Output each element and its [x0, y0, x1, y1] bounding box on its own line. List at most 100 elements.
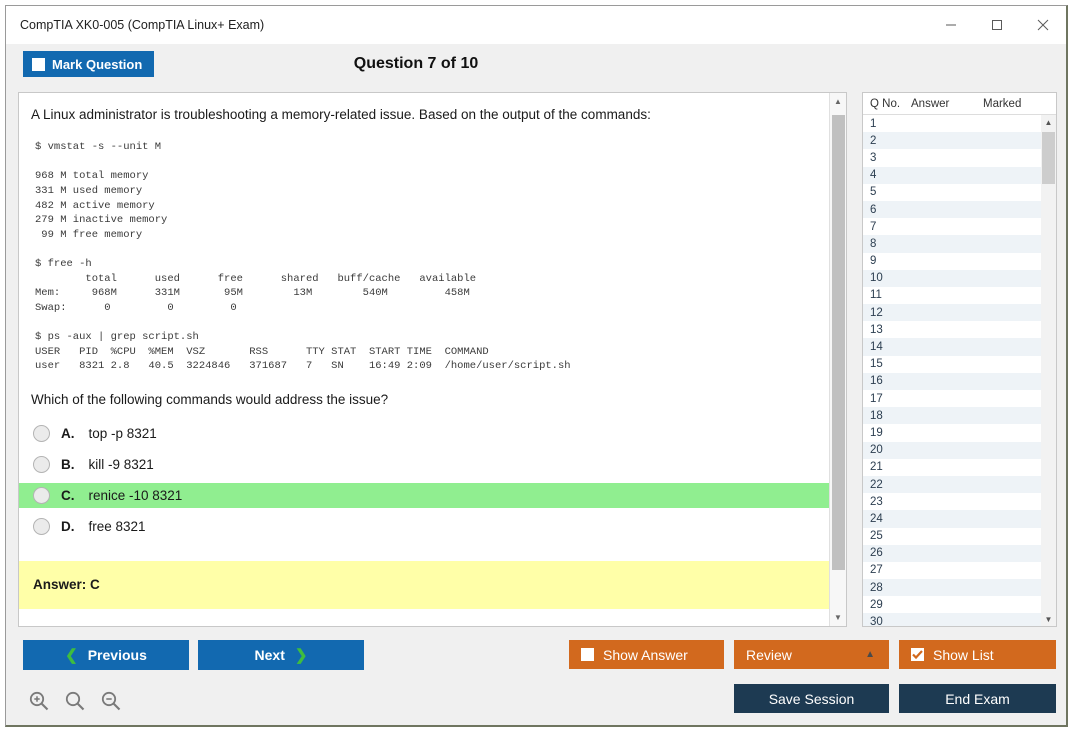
scroll-up-icon[interactable]: ▲ [830, 93, 846, 110]
list-item-number: 20 [863, 444, 911, 456]
list-item[interactable]: 16 [863, 373, 1056, 390]
next-label: Next [255, 647, 285, 663]
list-item-number: 28 [863, 582, 911, 594]
option-letter: C. [61, 488, 75, 503]
previous-button[interactable]: ❮ Previous [23, 640, 189, 670]
list-item[interactable]: 22 [863, 476, 1056, 493]
list-item[interactable]: 18 [863, 407, 1056, 424]
question-list-panel: Q No. Answer Marked 12345678910111213141… [862, 92, 1057, 627]
list-item[interactable]: 24 [863, 510, 1056, 527]
zoom-in-icon[interactable] [28, 690, 50, 712]
close-icon[interactable] [1020, 6, 1066, 44]
list-item-number: 12 [863, 307, 911, 319]
scrollbar-thumb[interactable] [832, 115, 845, 570]
list-item[interactable]: 29 [863, 596, 1056, 613]
list-item[interactable]: 12 [863, 304, 1056, 321]
radio-icon[interactable] [33, 518, 50, 535]
list-item[interactable]: 9 [863, 253, 1056, 270]
radio-icon[interactable] [33, 487, 50, 504]
list-item-number: 25 [863, 530, 911, 542]
list-item[interactable]: 13 [863, 321, 1056, 338]
list-item[interactable]: 4 [863, 167, 1056, 184]
list-item-number: 24 [863, 513, 911, 525]
list-item[interactable]: 20 [863, 442, 1056, 459]
list-item-number: 18 [863, 410, 911, 422]
list-item-number: 3 [863, 152, 911, 164]
zoom-out-icon[interactable] [100, 690, 122, 712]
list-item-number: 22 [863, 479, 911, 491]
list-item-number: 13 [863, 324, 911, 336]
option-letter: A. [61, 426, 75, 441]
terminal-output: $ vmstat -s --unit M 968 M total memory … [35, 140, 846, 374]
radio-icon[interactable] [33, 456, 50, 473]
column-answer: Answer [911, 98, 983, 110]
list-item[interactable]: 17 [863, 390, 1056, 407]
end-exam-label: End Exam [945, 691, 1010, 707]
radio-icon[interactable] [33, 425, 50, 442]
list-item-number: 21 [863, 461, 911, 473]
chevron-right-icon: ❯ [295, 646, 308, 664]
column-marked: Marked [983, 98, 1043, 110]
zoom-reset-icon[interactable] [64, 690, 86, 712]
list-item[interactable]: 28 [863, 579, 1056, 596]
list-item[interactable]: 3 [863, 149, 1056, 166]
previous-label: Previous [88, 647, 147, 663]
show-list-checkbox-icon[interactable] [911, 648, 924, 661]
list-scroll-down-icon[interactable]: ▼ [1041, 612, 1056, 627]
list-item[interactable]: 11 [863, 287, 1056, 304]
list-item-number: 15 [863, 358, 911, 370]
list-item[interactable]: 6 [863, 201, 1056, 218]
page-title: Question 7 of 10 [6, 55, 1066, 73]
review-label: Review [746, 647, 792, 663]
list-item[interactable]: 8 [863, 235, 1056, 252]
question-scrollbar[interactable]: ▲ ▼ [829, 93, 846, 626]
show-list-button[interactable]: Show List [899, 640, 1056, 669]
list-item-number: 11 [863, 289, 911, 301]
answer-options: A. top -p 8321 B. kill -9 8321 C. renice… [19, 421, 846, 539]
minimize-icon[interactable] [928, 6, 974, 44]
save-session-button[interactable]: Save Session [734, 684, 889, 713]
option-b[interactable]: B. kill -9 8321 [19, 452, 846, 477]
window-controls [928, 6, 1066, 44]
list-scroll-up-icon[interactable]: ▲ [1041, 115, 1056, 130]
list-item[interactable]: 25 [863, 528, 1056, 545]
list-item[interactable]: 23 [863, 493, 1056, 510]
option-d[interactable]: D. free 8321 [19, 514, 846, 539]
option-a[interactable]: A. top -p 8321 [19, 421, 846, 446]
column-q-no: Q No. [863, 98, 911, 110]
list-item-number: 16 [863, 375, 911, 387]
list-item[interactable]: 2 [863, 132, 1056, 149]
show-answer-button[interactable]: Show Answer [569, 640, 724, 669]
list-item[interactable]: 1 [863, 115, 1056, 132]
end-exam-button[interactable]: End Exam [899, 684, 1056, 713]
list-item-number: 19 [863, 427, 911, 439]
list-item[interactable]: 14 [863, 338, 1056, 355]
list-item[interactable]: 19 [863, 424, 1056, 441]
option-c[interactable]: C. renice -10 8321 [19, 483, 846, 508]
list-item-number: 9 [863, 255, 911, 267]
list-item-number: 30 [863, 616, 911, 627]
show-list-label: Show List [933, 647, 994, 663]
list-item-number: 27 [863, 564, 911, 576]
list-scrollbar-thumb[interactable] [1042, 132, 1055, 184]
list-item[interactable]: 7 [863, 218, 1056, 235]
header-bar: Mark Question Question 7 of 10 [6, 44, 1066, 89]
save-session-label: Save Session [769, 691, 855, 707]
show-answer-checkbox-icon[interactable] [581, 648, 594, 661]
list-item[interactable]: 30 [863, 613, 1056, 627]
review-dropdown[interactable]: Review ▲ [734, 640, 889, 669]
list-item-number: 10 [863, 272, 911, 284]
maximize-icon[interactable] [974, 6, 1020, 44]
list-item[interactable]: 5 [863, 184, 1056, 201]
title-bar: CompTIA XK0-005 (CompTIA Linux+ Exam) [6, 6, 1066, 44]
list-item[interactable]: 10 [863, 270, 1056, 287]
next-button[interactable]: Next ❯ [198, 640, 364, 670]
scroll-down-icon[interactable]: ▼ [830, 609, 846, 626]
list-item-number: 17 [863, 393, 911, 405]
list-item[interactable]: 26 [863, 545, 1056, 562]
list-item[interactable]: 21 [863, 459, 1056, 476]
list-scrollbar[interactable]: ▲ ▼ [1041, 115, 1056, 627]
list-item[interactable]: 15 [863, 356, 1056, 373]
list-item[interactable]: 27 [863, 562, 1056, 579]
chevron-up-icon: ▲ [865, 649, 875, 660]
